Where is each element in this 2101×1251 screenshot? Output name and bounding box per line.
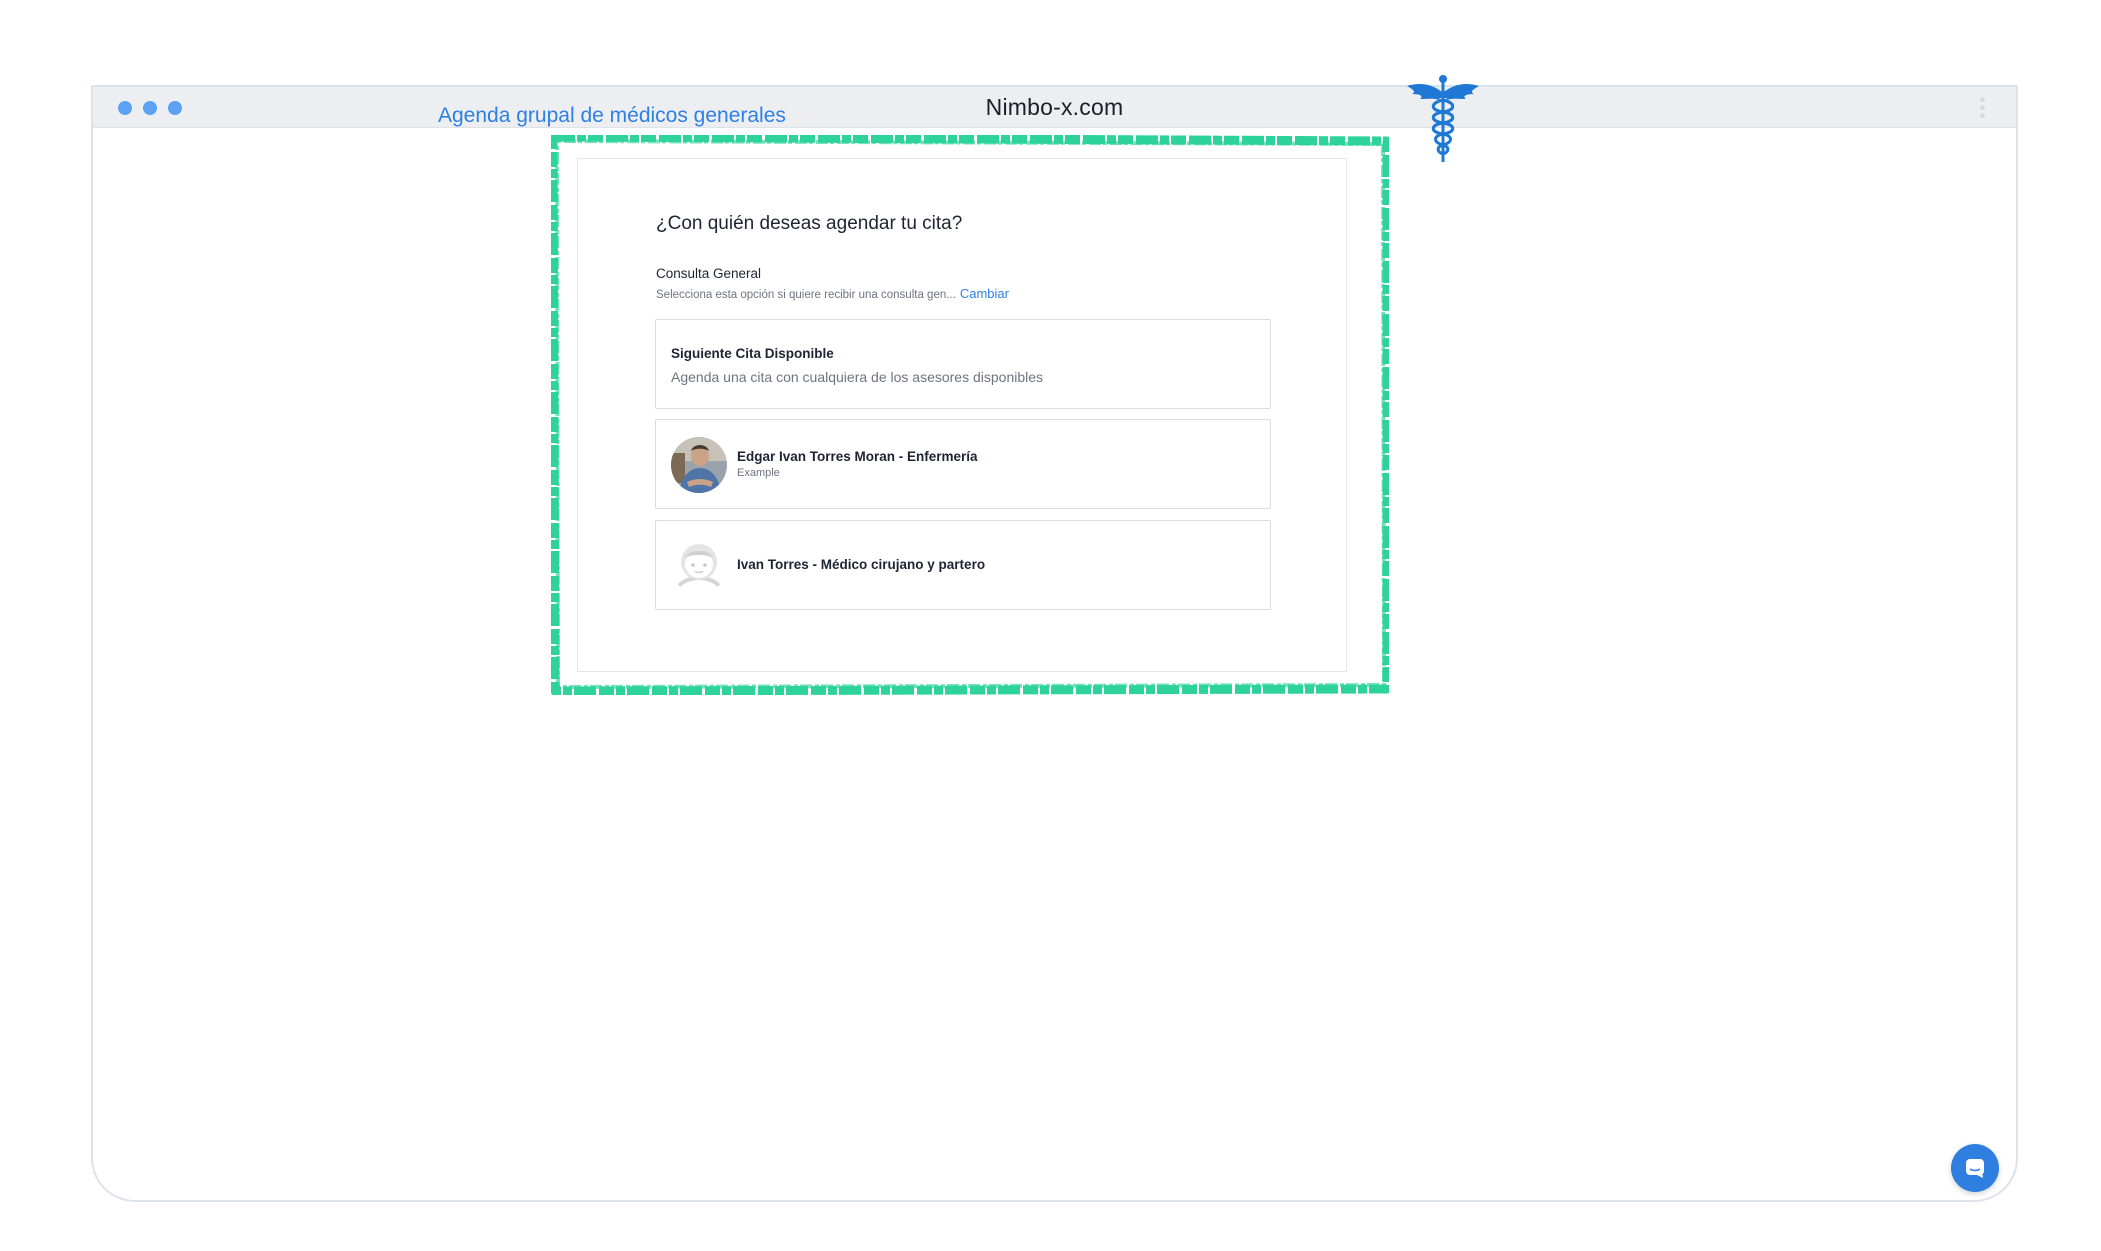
advisor-subtitle: Example: [737, 467, 780, 479]
option-title: Siguiente Cita Disponible: [671, 346, 834, 361]
advisor-photo-avatar: [671, 437, 727, 493]
caduceus-icon: [1407, 75, 1479, 162]
next-available-option[interactable]: Siguiente Cita Disponible Agenda una cit…: [655, 319, 1271, 409]
service-name: Consulta General: [656, 266, 762, 281]
chat-launcher-button[interactable]: [1951, 1144, 1999, 1192]
more-menu-icon[interactable]: [1980, 97, 1986, 121]
advisor-option-ivan[interactable]: Ivan Torres - Médico cirujano y partero: [655, 520, 1271, 610]
advisor-name: Edgar Ivan Torres Moran - Enfermería: [737, 449, 978, 464]
page-heading: Agenda grupal de médicos generales: [438, 104, 786, 127]
change-service-link[interactable]: Cambiar: [960, 286, 1009, 301]
browser-titlebar: Nimbo-x.com: [93, 87, 2016, 128]
option-subtitle: Agenda una cita con cualquiera de los as…: [671, 369, 1044, 385]
service-description: Selecciona esta opción si quiere recibir…: [656, 286, 1009, 301]
advisor-option-edgar[interactable]: Edgar Ivan Torres Moran - Enfermería Exa…: [655, 419, 1271, 509]
default-avatar-icon: [671, 538, 727, 594]
booking-question: ¿Con quién deseas agendar tu cita?: [656, 213, 963, 234]
chat-icon: [1966, 1159, 1984, 1178]
site-title: Nimbo-x.com: [985, 94, 1124, 120]
advisor-name: Ivan Torres - Médico cirujano y partero: [737, 557, 986, 572]
service-description-text: Selecciona esta opción si quiere recibir…: [656, 289, 956, 301]
booking-card: ¿Con quién deseas agendar tu cita? Consu…: [577, 158, 1347, 672]
